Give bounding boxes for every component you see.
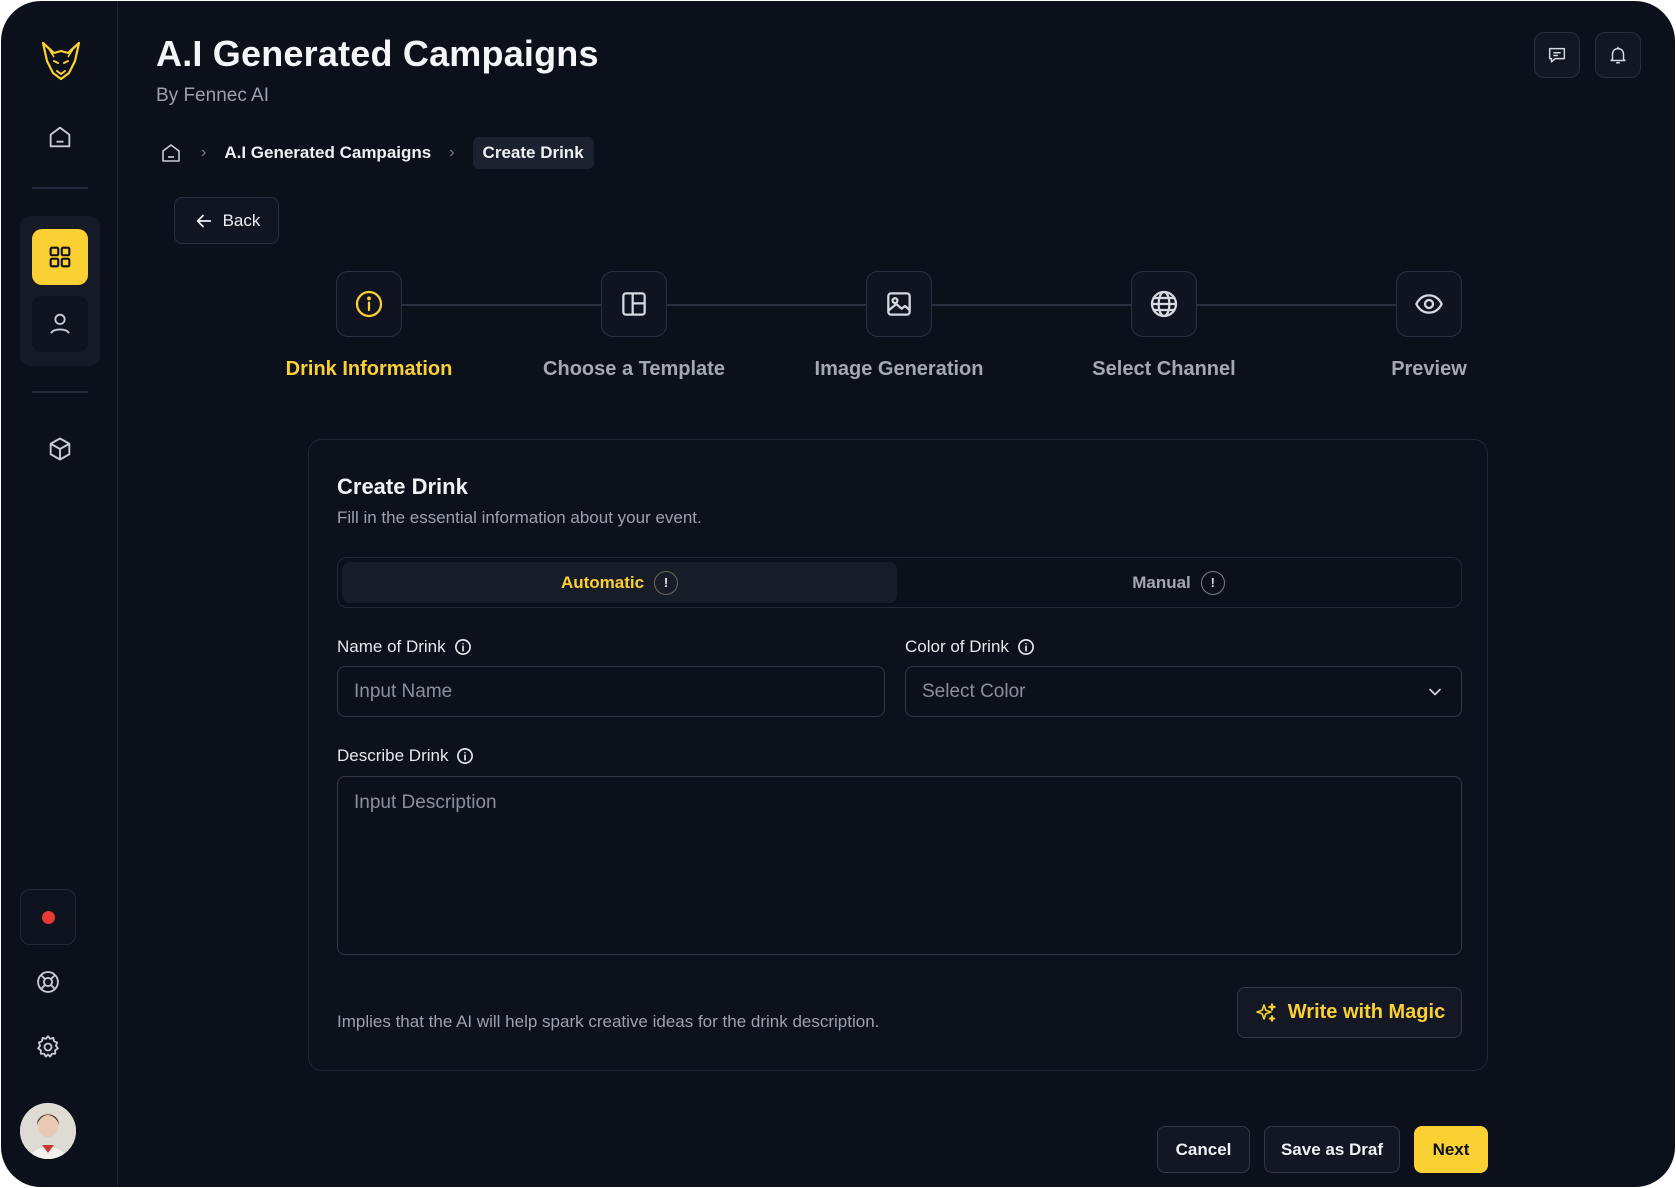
chevron-down-icon (1429, 688, 1441, 696)
color-select-value: Select Color (922, 680, 1026, 702)
sidebar-nav-group (20, 216, 100, 366)
info-icon (355, 290, 383, 318)
grid-icon (49, 246, 71, 268)
name-label-text: Name of Drink (337, 637, 446, 656)
breadcrumb: › A.I Generated Campaigns › Create Drink (159, 137, 594, 169)
describe-field-label: Describe Drink (337, 746, 474, 766)
name-input[interactable]: Input Name (337, 666, 885, 717)
page-title: A.I Generated Campaigns (156, 33, 599, 74)
notifications-button[interactable] (1595, 32, 1641, 78)
card-description: Fill in the essential information about … (337, 508, 702, 527)
eye-icon (1415, 294, 1443, 314)
image-icon (887, 292, 911, 316)
mode-automatic-tab[interactable]: Automatic ! (342, 562, 897, 603)
write-with-magic-label: Write with Magic (1287, 1001, 1446, 1023)
next-button[interactable]: Next (1414, 1126, 1488, 1173)
chevron-right-icon: › (201, 144, 207, 161)
cancel-button[interactable]: Cancel (1157, 1126, 1250, 1173)
color-label-text: Color of Drink (905, 637, 1009, 656)
cube-icon (49, 437, 71, 461)
step-label: Drink Information (285, 358, 453, 380)
alert-icon[interactable]: ! (654, 570, 679, 595)
step-label: Select Channel (1092, 358, 1236, 380)
info-icon[interactable] (456, 747, 474, 765)
breadcrumb-home-link[interactable] (159, 141, 183, 165)
step-select-channel[interactable] (1131, 271, 1197, 337)
write-with-magic-button[interactable]: Write with Magic (1237, 987, 1462, 1038)
step-label: Preview (1391, 358, 1467, 380)
step-image-generation[interactable] (866, 271, 932, 337)
color-select[interactable]: Select Color (905, 666, 1462, 717)
back-button[interactable]: Back (174, 197, 279, 244)
page-subtitle: By Fennec AI (156, 85, 270, 106)
alert-icon[interactable]: ! (1200, 570, 1225, 595)
app-window: A.I Generated Campaigns By Fennec AI › A… (1, 1, 1675, 1187)
magic-hint-text: Implies that the AI will help spark crea… (337, 1012, 880, 1031)
sidebar-divider (32, 187, 88, 189)
home-icon (49, 126, 71, 148)
mode-automatic-label: Automatic (560, 572, 645, 592)
mode-manual-tab[interactable]: Manual ! (901, 562, 1456, 603)
arrow-left-icon (196, 214, 211, 227)
name-field-label: Name of Drink (337, 637, 472, 657)
fennec-logo-icon[interactable] (39, 39, 83, 83)
layout-icon (622, 292, 646, 316)
home-nav-button[interactable] (32, 109, 88, 165)
gear-icon (37, 1035, 59, 1058)
step-connector (667, 304, 866, 306)
lifebuoy-icon (37, 971, 59, 993)
info-icon[interactable] (454, 638, 472, 656)
breadcrumb-campaigns-link[interactable]: A.I Generated Campaigns (224, 143, 431, 163)
info-icon[interactable] (1017, 638, 1035, 656)
sidebar (1, 1, 118, 1187)
sidebar-divider (32, 391, 88, 393)
record-dot-icon (41, 910, 55, 924)
create-drink-card: Create Drink Fill in the essential infor… (308, 439, 1488, 1071)
step-choose-template[interactable] (601, 271, 667, 337)
step-label: Image Generation (814, 358, 984, 380)
breadcrumb-current: Create Drink (472, 137, 594, 169)
support-nav-button[interactable] (20, 954, 76, 1010)
home-icon (162, 144, 180, 162)
step-drink-information[interactable] (336, 271, 402, 337)
bell-icon (1610, 46, 1626, 64)
user-avatar[interactable] (20, 1103, 76, 1159)
card-title: Create Drink (337, 474, 468, 499)
step-preview[interactable] (1396, 271, 1462, 337)
step-connector (402, 304, 601, 306)
step-label: Choose a Template (543, 358, 725, 380)
users-nav-button[interactable] (32, 296, 88, 352)
save-draft-button[interactable]: Save as Draf (1264, 1126, 1400, 1173)
settings-nav-button[interactable] (20, 1019, 76, 1075)
back-button-label: Back (222, 210, 261, 230)
dashboard-nav-button[interactable] (32, 229, 88, 285)
step-connector (1197, 304, 1396, 306)
chevron-right-icon: › (449, 144, 455, 161)
sparkles-icon (1255, 1002, 1276, 1022)
step-connector (932, 304, 1131, 306)
messages-button[interactable] (1534, 32, 1580, 78)
mode-manual-label: Manual (1132, 572, 1191, 592)
record-button[interactable] (20, 889, 76, 945)
user-icon (50, 313, 70, 334)
products-nav-button[interactable] (32, 421, 88, 477)
chat-icon (1548, 47, 1566, 63)
globe-icon (1150, 290, 1178, 318)
color-field-label: Color of Drink (905, 637, 1035, 657)
describe-label-text: Describe Drink (337, 746, 449, 765)
description-textarea[interactable]: Input Description (337, 776, 1462, 955)
mode-toggle: Automatic ! Manual ! (337, 557, 1462, 608)
